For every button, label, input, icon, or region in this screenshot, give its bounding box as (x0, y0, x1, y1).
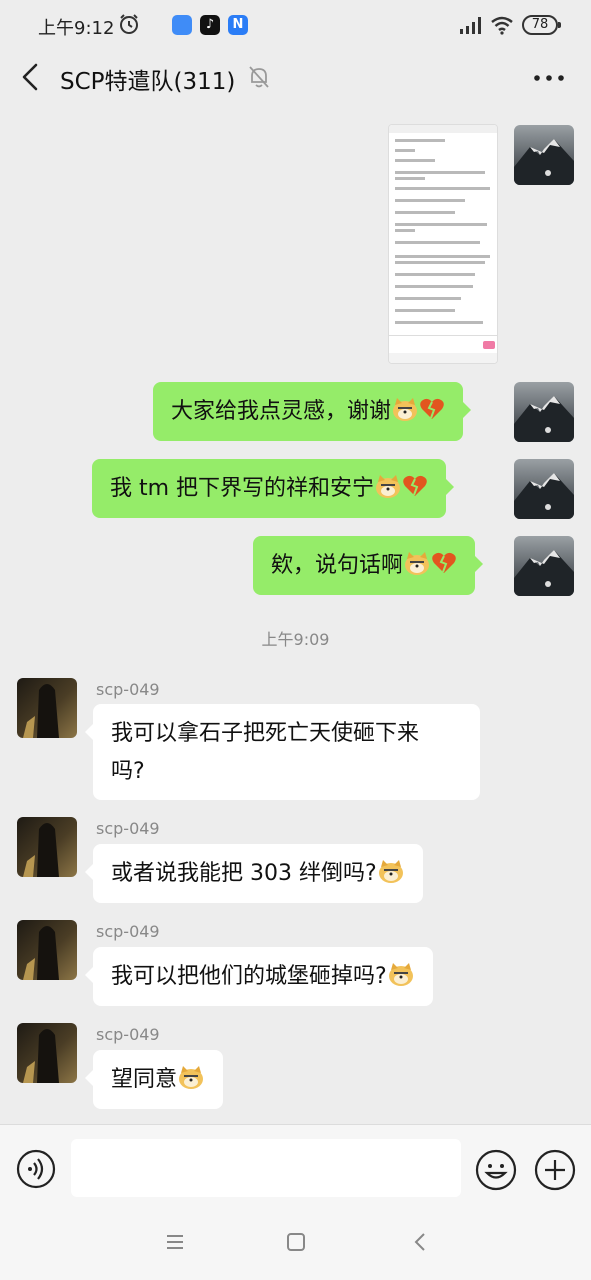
message-text: 我 tm 把下界写的祥和安宁 (110, 476, 375, 501)
incoming-message[interactable]: 我可以拿石子把死亡天使砸下来 吗? (85, 704, 480, 800)
system-navigation-bar (0, 1208, 591, 1280)
doge-emoji (405, 552, 430, 575)
sender-name: scp-049 (96, 922, 160, 941)
sender-avatar[interactable] (17, 1023, 77, 1083)
incoming-message[interactable]: 我可以把他们的城堡砸掉吗? (85, 947, 433, 1006)
battery-level: 78 (522, 15, 561, 35)
status-time: 上午9:12 (38, 18, 115, 39)
message-text: 我可以把他们的城堡砸掉吗? (111, 964, 387, 989)
alarm-icon (120, 14, 138, 34)
news-app-icon: N (228, 15, 248, 35)
broken-heart-emoji (403, 475, 427, 496)
nav-back-icon[interactable] (411, 1232, 431, 1252)
menu-icon[interactable] (165, 1232, 185, 1252)
doge-emoji (378, 860, 403, 883)
home-icon[interactable] (286, 1232, 306, 1252)
message-text: 欸，说句话啊 (271, 553, 404, 578)
my-avatar[interactable] (514, 125, 574, 185)
back-icon[interactable] (16, 62, 46, 92)
sender-name: scp-049 (96, 819, 160, 838)
message-text: 大家给我点灵感，谢谢 (171, 399, 392, 424)
my-avatar[interactable] (514, 536, 574, 596)
outgoing-message[interactable]: 大家给我点灵感，谢谢 (153, 382, 472, 441)
doge-emoji (179, 1066, 204, 1089)
chat-header: SCP特遣队(311) (0, 50, 591, 110)
signal-icon (460, 17, 481, 34)
plus-icon[interactable] (534, 1149, 576, 1191)
emoji-icon[interactable] (475, 1149, 517, 1191)
incoming-message[interactable]: 望同意 (84, 1050, 224, 1109)
message-input-bar (0, 1124, 591, 1208)
mute-icon (249, 66, 269, 88)
sender-avatar[interactable] (17, 817, 77, 877)
message-text: 或者说我能把 303 绊倒吗? (111, 861, 377, 886)
message-text-line: 吗? (111, 759, 145, 784)
cloud-app-icon (172, 15, 192, 35)
voice-icon[interactable] (16, 1149, 56, 1189)
sender-name: scp-049 (96, 680, 160, 699)
chat-title[interactable]: SCP特遣队(311) (60, 62, 235, 96)
message-text-line: 我可以拿石子把死亡天使砸下来 (111, 721, 420, 746)
broken-heart-emoji (432, 552, 456, 573)
more-icon[interactable] (532, 68, 566, 88)
message-text: 望同意 (111, 1067, 178, 1092)
wifi-icon (491, 16, 513, 35)
status-bar: 上午9:12 ♪ N 78 (0, 0, 591, 50)
sender-avatar[interactable] (17, 920, 77, 980)
sender-name: scp-049 (96, 1025, 160, 1044)
doge-emoji (376, 475, 401, 498)
broken-heart-emoji (420, 398, 444, 419)
outgoing-message[interactable]: 我 tm 把下界写的祥和安宁 (92, 459, 455, 518)
my-avatar[interactable] (514, 459, 574, 519)
doge-emoji (388, 963, 413, 986)
outgoing-message[interactable]: 欸，说句话啊 (253, 536, 484, 595)
my-avatar[interactable] (514, 382, 574, 442)
incoming-message[interactable]: 或者说我能把 303 绊倒吗? (85, 844, 423, 903)
message-input[interactable] (71, 1139, 461, 1197)
shared-screenshot[interactable] (388, 124, 498, 364)
tiktok-icon: ♪ (200, 15, 220, 35)
sender-avatar[interactable] (17, 678, 77, 738)
doge-emoji (393, 398, 418, 421)
message-timestamp: 上午9:09 (261, 630, 330, 649)
